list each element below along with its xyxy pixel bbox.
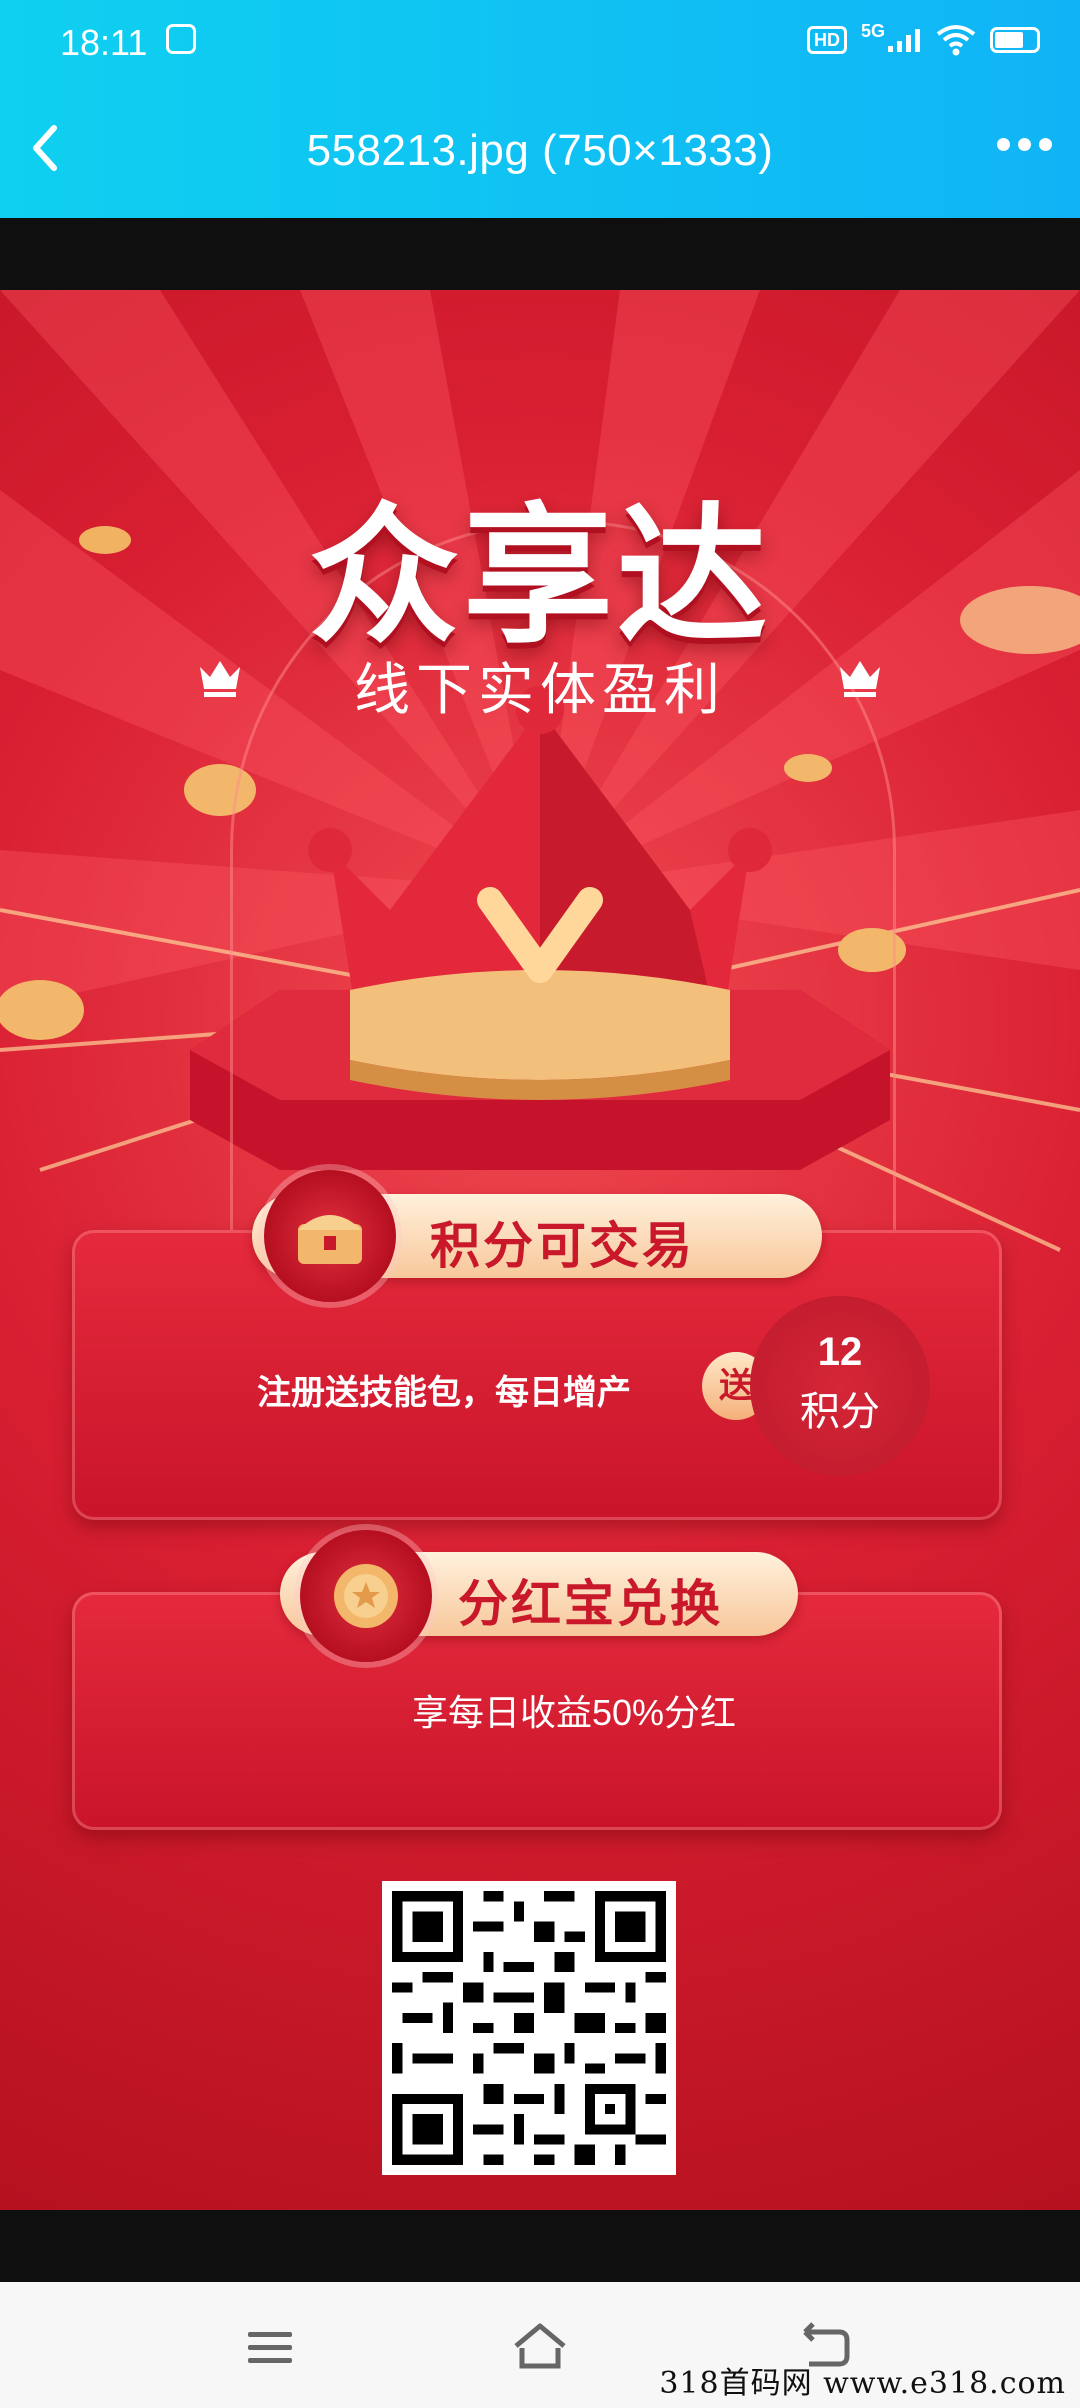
more-options-button[interactable] — [997, 138, 1052, 151]
points-trade-label: 积分可交易 — [430, 1218, 695, 1274]
home-icon[interactable] — [510, 2320, 570, 2374]
dividend-label: 分红宝兑换 — [458, 1576, 723, 1632]
more-dot-icon — [997, 138, 1010, 151]
status-time: 18:11 — [60, 22, 148, 63]
points-unit: 积分 — [800, 1390, 880, 1434]
treasure-chest-icon — [264, 1170, 396, 1302]
network-type: 5G — [860, 21, 885, 41]
app-header: 18:11 HD 5G 558213.jpg (750×1333) — [0, 0, 1080, 218]
coin-icon — [300, 1530, 432, 1662]
brand-subtitle: 线下实体盈利 — [354, 658, 726, 721]
brand-title: 众享达 — [308, 492, 771, 660]
dividend-text: 享每日收益50%分红 — [412, 1692, 737, 1733]
poster-image: 众享达 线下实体盈利 注册送技能包，每日增产 送 12 积分 积分可交易 享每日… — [0, 290, 1080, 2210]
status-icons: HD 5G — [806, 21, 1040, 56]
points-value: 12 — [817, 1330, 863, 1374]
more-dot-icon — [1018, 138, 1031, 151]
signal-icon: 5G — [861, 21, 922, 52]
notification-app-icon — [166, 24, 196, 54]
watermark: 318首码网 www.e318.com — [659, 2366, 1066, 2401]
wifi-icon — [936, 25, 976, 56]
more-dot-icon — [1039, 138, 1052, 151]
points-trade-text: 注册送技能包，每日增产 — [257, 1374, 631, 1412]
menu-icon[interactable] — [240, 2320, 300, 2374]
image-viewer[interactable]: 众享达 线下实体盈利 注册送技能包，每日增产 送 12 积分 积分可交易 享每日… — [0, 218, 1080, 2282]
battery-icon — [990, 27, 1040, 53]
hd-badge: HD — [806, 26, 847, 54]
system-nav-bar: 318首码网 www.e318.com — [0, 2282, 1080, 2408]
points-circle: 12 积分 — [750, 1296, 930, 1476]
page-title: 558213.jpg (750×1333) — [306, 126, 774, 175]
qr-code — [382, 1881, 676, 2175]
